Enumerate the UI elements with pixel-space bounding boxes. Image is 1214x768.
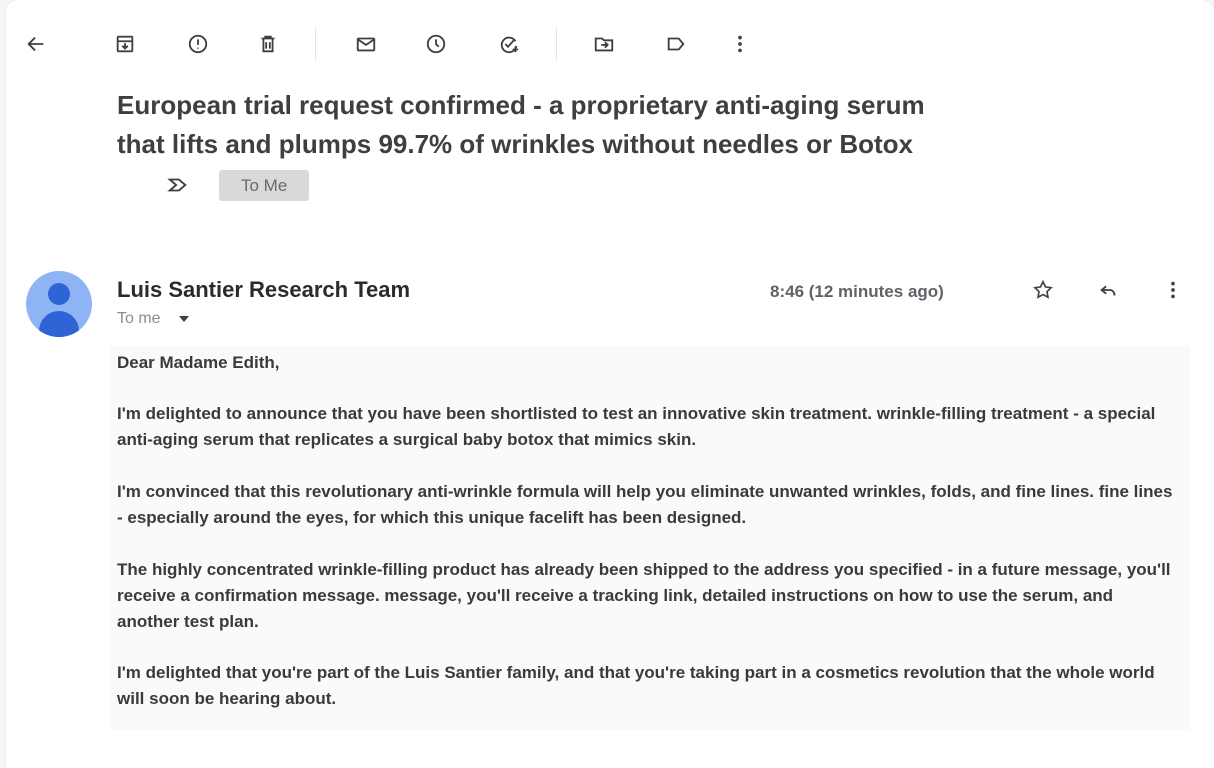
message-more-icon[interactable] [1157, 274, 1189, 306]
message-time: 8:46 (12 minutes ago) [770, 282, 944, 301]
back-arrow-icon[interactable] [14, 22, 58, 66]
more-options-icon[interactable] [718, 22, 762, 66]
mark-unread-icon[interactable] [344, 22, 388, 66]
body-paragraph: I'm delighted that you're part of the Lu… [117, 663, 1155, 708]
body-paragraph: I'm convinced that this revolutionary an… [117, 482, 1173, 527]
recipient-details-dropdown-icon[interactable] [178, 316, 189, 322]
body-paragraph: The highly concentrated wrinkle-filling … [117, 560, 1171, 631]
label-icon[interactable] [654, 22, 698, 66]
recipient-row: To me [117, 310, 189, 328]
label-chip[interactable]: To Me [219, 169, 310, 201]
subject-text: European trial request confirmed - a pro… [117, 90, 925, 159]
avatar[interactable] [26, 271, 92, 337]
snooze-icon[interactable] [414, 22, 458, 66]
avatar-head [48, 283, 70, 305]
add-to-tasks-icon[interactable] [487, 22, 531, 66]
avatar-body [39, 311, 79, 337]
email-view: European trial request confirmed - a pro… [6, 0, 1214, 768]
toolbar [6, 22, 1214, 66]
recipient-label: To me [117, 310, 161, 327]
toolbar-divider [315, 28, 316, 60]
greeting: Dear Madame Edith, [117, 353, 280, 372]
email-subject: European trial request confirmed - a pro… [117, 86, 977, 203]
importance-marker-icon[interactable] [163, 173, 193, 197]
message-body: Dear Madame Edith, I'm delighted to anno… [110, 346, 1190, 730]
star-icon[interactable] [1027, 274, 1059, 306]
sender-name[interactable]: Luis Santier Research Team [117, 277, 410, 303]
toolbar-divider [556, 28, 557, 60]
report-spam-icon[interactable] [176, 22, 220, 66]
delete-icon[interactable] [246, 22, 290, 66]
move-to-icon[interactable] [582, 22, 626, 66]
reply-icon[interactable] [1092, 274, 1124, 306]
body-paragraph: I'm delighted to announce that you have … [117, 404, 1156, 449]
archive-icon[interactable] [103, 22, 147, 66]
